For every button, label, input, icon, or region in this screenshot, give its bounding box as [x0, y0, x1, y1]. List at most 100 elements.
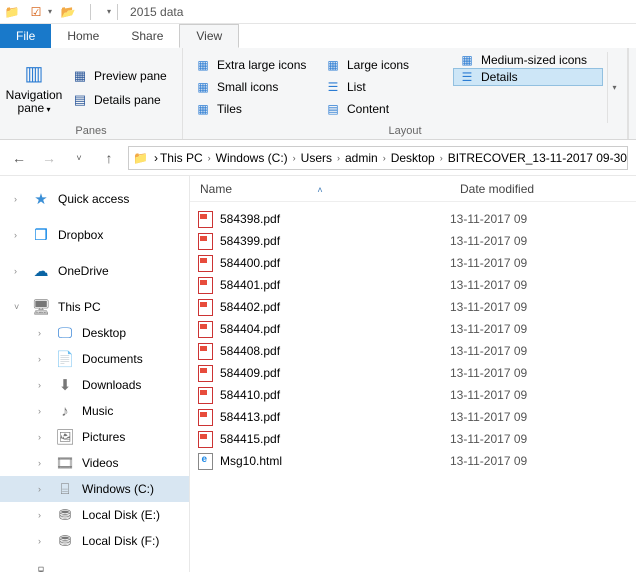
chevron-right-icon[interactable]: ›: [14, 230, 24, 240]
nav-downloads[interactable]: ›⬇Downloads: [0, 372, 189, 398]
chevron-right-icon[interactable]: ›: [293, 153, 296, 163]
file-name: 584401.pdf: [220, 278, 450, 292]
chevron-right-icon[interactable]: ›: [38, 510, 48, 520]
details-pane-button[interactable]: ▤ Details pane: [66, 89, 176, 111]
layout-extra-large[interactable]: ▦Extra large icons: [189, 54, 319, 76]
group-layout-label: Layout: [189, 123, 621, 137]
tab-file[interactable]: File: [0, 24, 51, 48]
pdf-icon: [198, 211, 213, 228]
chevron-right-icon[interactable]: ›: [38, 432, 48, 442]
properties-icon[interactable]: ☑: [28, 4, 44, 20]
file-name: 584409.pdf: [220, 366, 450, 380]
file-row[interactable]: 584398.pdf13-11-2017 09: [190, 208, 636, 230]
layout-small[interactable]: ▦Small icons: [189, 76, 319, 98]
crumb-windows-c[interactable]: Windows (C:)›: [216, 151, 299, 165]
open-folder-icon[interactable]: 📂: [60, 4, 76, 20]
layout-details[interactable]: ☰Details: [453, 68, 603, 86]
tab-share[interactable]: Share: [115, 24, 179, 48]
nav-local-e[interactable]: ›⛃Local Disk (E:): [0, 502, 189, 528]
nav-videos[interactable]: ›🎞Videos: [0, 450, 189, 476]
file-name: Msg10.html: [220, 454, 450, 468]
chevron-right-icon[interactable]: ›: [440, 153, 443, 163]
videos-icon: 🎞: [56, 454, 74, 472]
chevron-right-icon[interactable]: ›: [38, 536, 48, 546]
chevron-right-icon[interactable]: ›: [38, 380, 48, 390]
chevron-right-icon[interactable]: ›: [38, 328, 48, 338]
nav-network[interactable]: ›🖧Network: [0, 564, 189, 572]
chevron-right-icon[interactable]: ›: [383, 153, 386, 163]
chevron-right-icon[interactable]: ›: [208, 153, 211, 163]
nav-quick-access[interactable]: ›★Quick access: [0, 186, 189, 212]
file-date: 13-11-2017 09: [450, 344, 636, 358]
nav-this-pc[interactable]: ˅🖥This PC: [0, 294, 189, 320]
crumb-desktop[interactable]: Desktop›: [391, 151, 446, 165]
star-icon: ★: [32, 190, 50, 208]
file-date: 13-11-2017 09: [450, 366, 636, 380]
chevron-down-icon[interactable]: ▾: [48, 7, 52, 16]
file-row[interactable]: Msg10.html13-11-2017 09: [190, 450, 636, 472]
chevron-right-icon[interactable]: ›: [38, 458, 48, 468]
file-name: 584399.pdf: [220, 234, 450, 248]
forward-button[interactable]: →: [38, 147, 60, 169]
up-button[interactable]: ↑: [98, 147, 120, 169]
file-row[interactable]: 584400.pdf13-11-2017 09: [190, 252, 636, 274]
breadcrumb[interactable]: 📁 › This PC› Windows (C:)› Users› admin›…: [128, 146, 628, 170]
crumb-users[interactable]: Users›: [301, 151, 343, 165]
nav-music[interactable]: ›♪Music: [0, 398, 189, 424]
layout-content[interactable]: ▤Content: [319, 98, 449, 120]
layout-tiles[interactable]: ▦Tiles: [189, 98, 319, 120]
layout-more-dropdown[interactable]: ▾: [607, 52, 621, 123]
column-name-header[interactable]: Name: [190, 182, 450, 196]
file-row[interactable]: 584402.pdf13-11-2017 09: [190, 296, 636, 318]
layout-list[interactable]: ☰List: [319, 76, 449, 98]
nav-onedrive[interactable]: ›☁OneDrive: [0, 258, 189, 284]
nav-desktop[interactable]: ›🖵Desktop: [0, 320, 189, 346]
file-date: 13-11-2017 09: [450, 256, 636, 270]
crumb-admin[interactable]: admin›: [345, 151, 389, 165]
html-icon: [198, 453, 213, 470]
layout-large[interactable]: ▦Large icons: [319, 54, 449, 76]
nav-windows-c[interactable]: ›⌸Windows (C:): [0, 476, 189, 502]
file-row[interactable]: 584413.pdf13-11-2017 09: [190, 406, 636, 428]
nav-documents[interactable]: ›📄Documents: [0, 346, 189, 372]
nav-pictures[interactable]: ›🖼Pictures: [0, 424, 189, 450]
nav-dropbox[interactable]: ›❒Dropbox: [0, 222, 189, 248]
crumb-this-pc[interactable]: This PC›: [160, 151, 214, 165]
pdf-icon: [198, 233, 213, 250]
file-row[interactable]: 584409.pdf13-11-2017 09: [190, 362, 636, 384]
recent-dropdown[interactable]: ˅: [68, 147, 90, 169]
chevron-right-icon[interactable]: ›: [14, 194, 24, 204]
file-row[interactable]: 584415.pdf13-11-2017 09: [190, 428, 636, 450]
file-row[interactable]: 584399.pdf13-11-2017 09: [190, 230, 636, 252]
chevron-down-icon[interactable]: ˅: [14, 302, 24, 312]
tab-home[interactable]: Home: [51, 24, 115, 48]
chevron-right-icon[interactable]: ›: [38, 406, 48, 416]
layout-medium[interactable]: ▦Medium-sized icons: [453, 52, 603, 68]
nav-local-f[interactable]: ›⛃Local Disk (F:): [0, 528, 189, 554]
desktop-icon: 🖵: [56, 324, 74, 342]
qat-dropdown-icon[interactable]: ▾: [107, 7, 111, 16]
file-name: 584408.pdf: [220, 344, 450, 358]
pdf-icon: [198, 321, 213, 338]
navigation-pane-button[interactable]: ▥ Navigation pane ▾: [6, 52, 62, 123]
chevron-right-icon[interactable]: ›: [38, 484, 48, 494]
content-area: ›★Quick access ›❒Dropbox ›☁OneDrive ˅🖥Th…: [0, 176, 636, 572]
chevron-right-icon[interactable]: ›: [38, 354, 48, 364]
chevron-right-icon[interactable]: ›: [14, 266, 24, 276]
file-row[interactable]: 584408.pdf13-11-2017 09: [190, 340, 636, 362]
tab-view[interactable]: View: [179, 24, 239, 48]
column-date-header[interactable]: Date modified: [450, 182, 636, 196]
back-button[interactable]: ←: [8, 147, 30, 169]
file-row[interactable]: 584404.pdf13-11-2017 09: [190, 318, 636, 340]
file-row[interactable]: 584401.pdf13-11-2017 09: [190, 274, 636, 296]
pdf-icon: [198, 277, 213, 294]
crumb-folder[interactable]: BITRECOVER_13-11-2017 09-30: [448, 151, 627, 165]
separator: [117, 4, 118, 20]
tiles-icon: ▦: [195, 101, 211, 117]
pdf-icon: [198, 431, 213, 448]
file-row[interactable]: 584410.pdf13-11-2017 09: [190, 384, 636, 406]
chevron-right-icon[interactable]: ›: [337, 153, 340, 163]
chevron-right-icon[interactable]: ›: [154, 151, 158, 165]
preview-pane-button[interactable]: ▦ Preview pane: [66, 65, 176, 87]
file-name: 584413.pdf: [220, 410, 450, 424]
